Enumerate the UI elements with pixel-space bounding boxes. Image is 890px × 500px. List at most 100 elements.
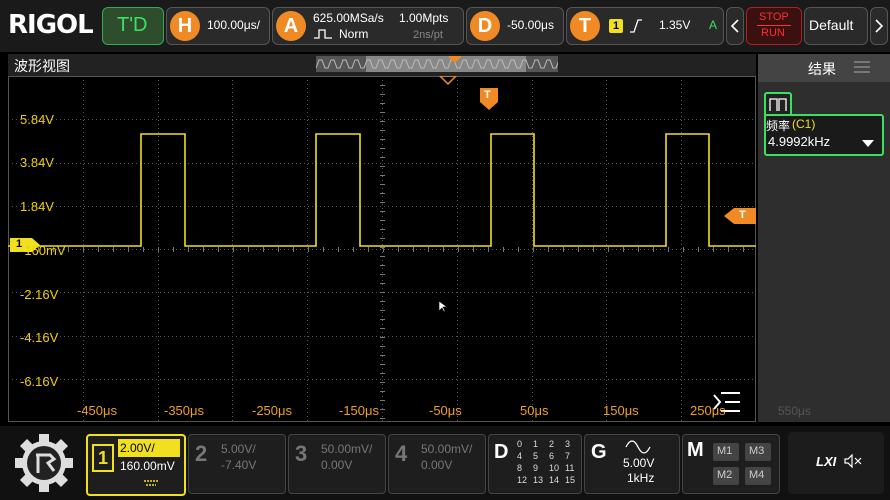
x-label: 250μs — [690, 403, 726, 418]
top-status-bar: RIGOL T'D H 100.00μs/ A 625.00MSa/s 1.00… — [0, 0, 890, 52]
channel4-button[interactable]: 4 50.00mV/ 0.00V — [388, 434, 486, 494]
digital-letter: D — [494, 441, 509, 463]
channel4-offset: 0.00V — [421, 458, 453, 472]
y-label: 5.84V — [20, 112, 54, 127]
delay-button[interactable]: D -50.00μs — [466, 7, 564, 45]
digital-channel-1: 1 — [533, 439, 539, 449]
digital-channel-13: 13 — [533, 475, 544, 485]
results-header: 结果 — [758, 54, 890, 82]
chevron-left-icon — [730, 19, 739, 33]
math-m1[interactable]: M1 — [713, 443, 739, 461]
waveform-grid — [8, 76, 756, 422]
acquire-button[interactable]: A 625.00MSa/s 1.00Mpts Norm 2ns/pt — [272, 7, 464, 45]
channel3-button[interactable]: 3 50.00mV/ 0.00V — [288, 434, 386, 494]
run-label: RUN — [761, 27, 785, 39]
horizontal-button[interactable]: H 100.00μs/ — [166, 7, 270, 45]
x-label: 50μs — [520, 403, 549, 418]
h-badge: H — [170, 11, 200, 41]
digital-channel-10: 10 — [549, 463, 560, 473]
digital-channel-grid: 0 1 2 3 4 5 6 7 8 9 10 11 12 13 14 15 — [517, 439, 579, 491]
math-m2-label: M2 — [717, 469, 733, 481]
trigger-level-marker-label: T — [739, 209, 746, 221]
waveform-title: 波形视图 — [14, 58, 70, 74]
trigger-source-badge: 1 — [609, 19, 623, 33]
run-stop-button[interactable]: STOP RUN — [746, 7, 802, 45]
digital-channel-3: 3 — [565, 439, 571, 449]
channel3-scale: 50.00mV/ — [321, 442, 373, 456]
channel3-number: 3 — [295, 441, 308, 466]
x-label: 150μs — [603, 403, 639, 418]
nav-back-button[interactable] — [726, 7, 744, 45]
generator-letter: G — [591, 441, 607, 463]
digital-channel-2: 2 — [549, 439, 555, 449]
y-label: -2.16V — [20, 287, 59, 302]
digital-channel-9: 9 — [533, 463, 539, 473]
channel2-offset: -7.40V — [221, 458, 257, 472]
stop-label: STOP — [759, 11, 789, 23]
a-badge: A — [276, 11, 306, 41]
speaker-mute-icon[interactable] — [844, 454, 862, 468]
math-letter: M — [687, 439, 704, 461]
brand-logo: RIGOL — [8, 10, 94, 40]
y-label: 1.84V — [20, 199, 54, 214]
measure-channel: (C1) — [792, 117, 816, 131]
measure-value: 4.9992kHz — [768, 134, 831, 149]
trigger-button[interactable]: T 1 1.35V A — [566, 7, 724, 45]
channel1-number: 1 — [92, 444, 114, 472]
results-title: 结果 — [808, 61, 836, 77]
digital-channel-0: 0 — [517, 439, 523, 449]
memory-overview-bar[interactable] — [316, 56, 558, 72]
trigger-position-marker[interactable] — [438, 76, 458, 86]
x-label: -50μs — [429, 403, 462, 418]
ghost-axis-label: 550μs — [778, 404, 811, 418]
sample-interval: 2ns/pt — [413, 29, 443, 41]
channel2-button[interactable]: 2 5.00V/ -7.40V — [188, 434, 286, 494]
x-label: -150μs — [339, 403, 380, 418]
chevron-right-icon — [875, 19, 884, 33]
channel1-button[interactable]: 1 2.00V/ 160.00mV — [86, 434, 186, 496]
waveform-view[interactable]: 1 T T — [8, 76, 756, 422]
generator-button[interactable]: G 5.00V 1kHz — [584, 434, 680, 494]
status-area: LXI — [788, 432, 884, 494]
lxi-logo: LXI — [816, 454, 837, 469]
chevron-down-icon[interactable] — [862, 140, 874, 148]
mode-button[interactable]: T'D — [102, 7, 164, 45]
digital-channel-8: 8 — [517, 463, 523, 473]
digital-channel-12: 12 — [517, 475, 528, 485]
digital-channel-5: 5 — [533, 451, 539, 461]
y-label: 3.84V — [20, 155, 54, 170]
sine-wave-icon — [625, 440, 651, 454]
default-button[interactable]: Default — [804, 7, 868, 45]
math-m4[interactable]: M4 — [745, 467, 771, 485]
x-label: -350μs — [164, 403, 205, 418]
channel1-coupling-icon — [144, 480, 158, 486]
results-menu-icon[interactable] — [854, 60, 870, 74]
channel3-offset: 0.00V — [321, 458, 353, 472]
home-gear-button[interactable] — [10, 432, 78, 494]
digital-channel-14: 14 — [549, 475, 560, 485]
default-label: Default — [809, 17, 854, 33]
cursor-pointer-icon — [438, 300, 448, 313]
frequency-measure-card[interactable]: 频率 (C1) 4.9992kHz — [764, 114, 884, 156]
math-m3[interactable]: M3 — [745, 443, 771, 461]
channel4-scale: 50.00mV/ — [421, 442, 473, 456]
timebase-value: 100.00μs/ — [207, 18, 260, 32]
acquire-mode: Norm — [339, 27, 369, 41]
math-button[interactable]: M M1 M3 M2 M4 — [682, 434, 780, 494]
trigger-level-marker[interactable]: T — [724, 208, 756, 224]
digital-channel-7: 7 — [565, 451, 571, 461]
delay-value: -50.00μs — [507, 18, 554, 32]
trigger-level: 1.35V — [659, 18, 691, 32]
t-badge: T — [570, 11, 600, 41]
measure-label: 频率 — [766, 119, 791, 133]
trigger-time-marker[interactable]: T — [480, 88, 498, 110]
math-m2[interactable]: M2 — [713, 467, 739, 485]
digital-channels-button[interactable]: D 0 1 2 3 4 5 6 7 8 9 10 11 12 13 14 15 — [488, 434, 582, 494]
y-label: -4.16V — [20, 330, 59, 345]
y-label: -160mV — [20, 243, 66, 258]
gear-icon — [15, 434, 73, 492]
d-badge: D — [470, 11, 500, 41]
nav-forward-button[interactable] — [870, 7, 888, 45]
channel2-number: 2 — [195, 441, 208, 466]
digital-channel-4: 4 — [517, 451, 523, 461]
